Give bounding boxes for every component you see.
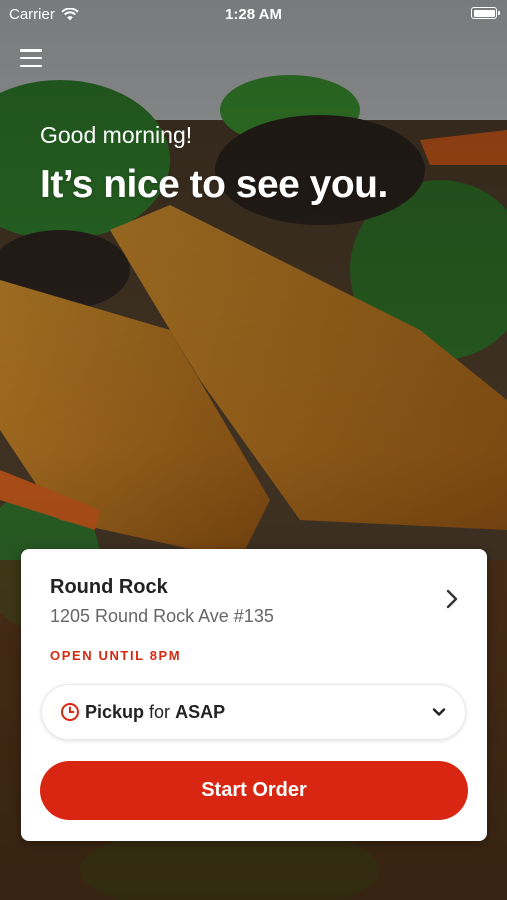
chevron-down-icon[interactable]: [431, 704, 447, 720]
location-name[interactable]: Round Rock: [50, 576, 168, 599]
order-time-label: ASAP: [175, 701, 226, 722]
location-card: Round Rock 1205 Round Rock Ave #135 OPEN…: [21, 549, 487, 841]
start-order-button[interactable]: Start Order: [40, 761, 468, 820]
order-mode-connector: for: [149, 701, 171, 722]
status-time: 1:28 AM: [225, 6, 282, 23]
order-mode-text: Pickup for ASAP: [85, 702, 225, 723]
order-mode-selector[interactable]: Pickup for ASAP: [41, 684, 466, 740]
welcome-headline: It’s nice to see you.: [40, 163, 388, 206]
battery-icon: [471, 7, 500, 19]
location-address[interactable]: 1205 Round Rock Ave #135: [50, 606, 274, 627]
status-bar: Carrier 1:28 AM: [0, 0, 507, 28]
chevron-right-icon[interactable]: [441, 587, 463, 611]
greeting-text: Good morning!: [40, 122, 193, 148]
hamburger-menu-icon[interactable]: [20, 48, 42, 68]
hours-status: OPEN UNTIL 8PM: [50, 648, 182, 663]
app-screen: Carrier 1:28 AM Good morning! It’s nice …: [0, 0, 507, 900]
order-mode-label: Pickup: [85, 701, 145, 722]
clock-icon: [61, 703, 79, 721]
